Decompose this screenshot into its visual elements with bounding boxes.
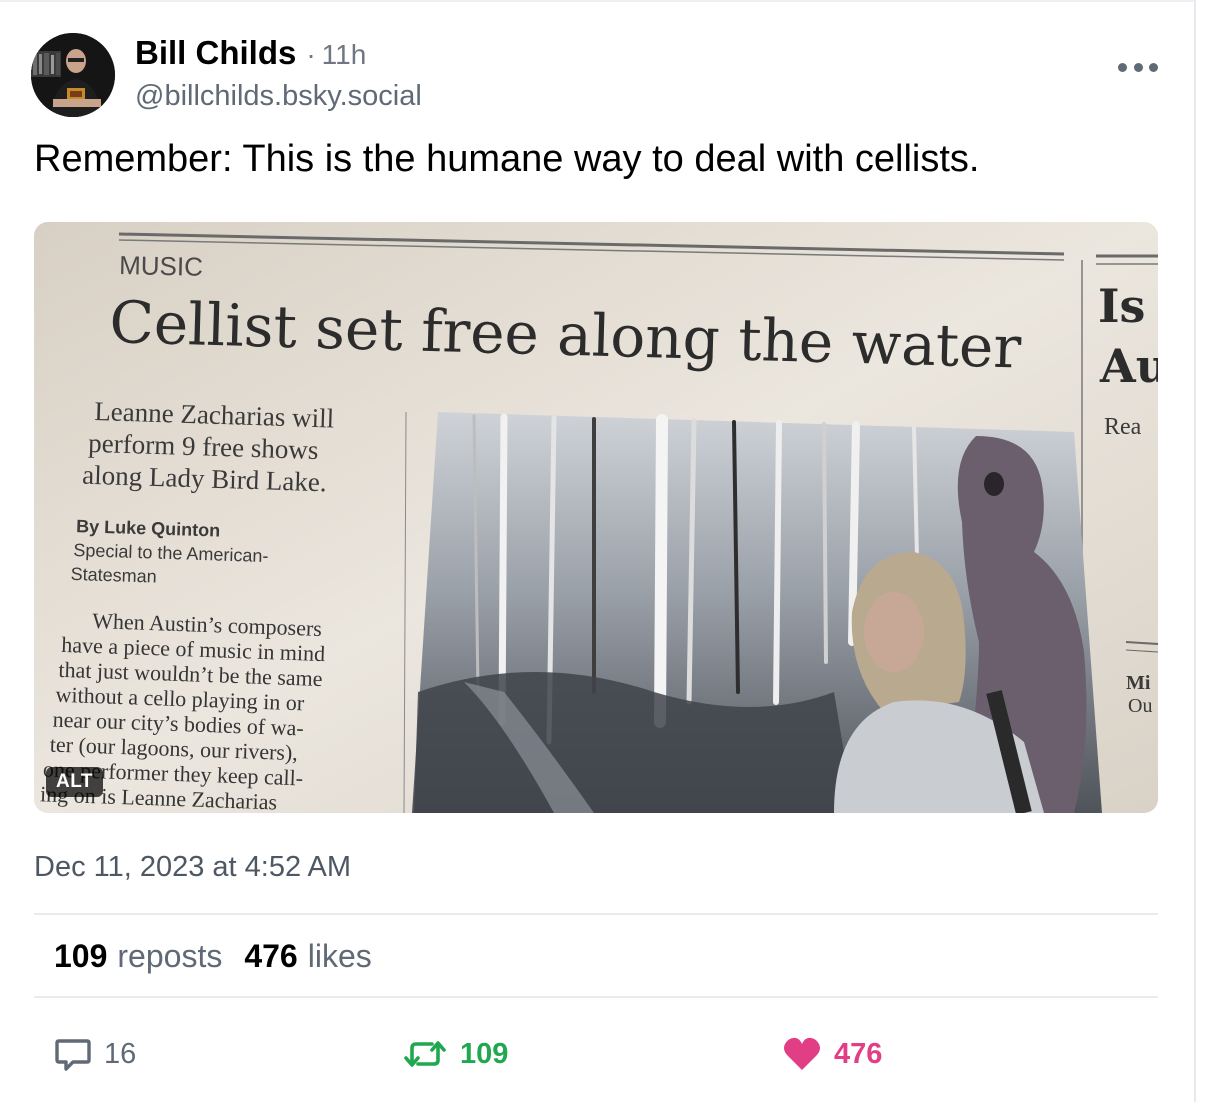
side-text: Rea (1104, 414, 1142, 440)
newspaper-section: MUSIC (119, 250, 203, 282)
side-text: Mi (1126, 672, 1151, 694)
more-dot-icon (1118, 62, 1127, 72)
top-border (0, 0, 1196, 2)
heart-icon (784, 1037, 820, 1070)
author-handle[interactable]: @billchilds.bsky.social (135, 80, 422, 113)
reposts-count[interactable]: 109 (54, 938, 107, 975)
separator-dot: · (306, 39, 316, 70)
like-button[interactable]: 476 (782, 1034, 882, 1074)
reply-count: 16 (104, 1037, 137, 1070)
divider (34, 913, 1158, 915)
more-options-button[interactable] (1118, 58, 1158, 76)
author-avatar[interactable] (31, 33, 115, 117)
post-text: Remember: This is the humane way to deal… (34, 138, 980, 180)
reply-bubble-icon (55, 1039, 91, 1071)
post-image[interactable]: MUSIC Cellist set free along the water L… (34, 222, 1158, 813)
side-text: Ou (1128, 695, 1152, 717)
reply-button[interactable]: 16 (54, 1034, 136, 1074)
more-dot-icon (1133, 62, 1143, 72)
repost-icon (404, 1041, 446, 1067)
like-count: 476 (834, 1037, 883, 1070)
engagement-stats: 109 reposts 476 likes (54, 938, 372, 975)
right-border (1194, 0, 1196, 1102)
post-timestamp: Dec 11, 2023 at 4:52 AM (34, 851, 352, 883)
alt-text-badge[interactable]: ALT (46, 767, 104, 797)
author-name[interactable]: Bill Childs (135, 34, 296, 72)
side-headline: Is (1098, 279, 1145, 333)
more-dot-icon (1149, 62, 1158, 72)
reposts-label[interactable]: reposts (117, 938, 222, 975)
side-headline: Au (1099, 339, 1158, 393)
likes-label[interactable]: likes (308, 938, 372, 975)
repost-count: 109 (460, 1037, 509, 1070)
author-header: Bill Childs · 11h (135, 34, 366, 72)
repost-button[interactable]: 109 (402, 1034, 508, 1074)
post-time-ago[interactable]: 11h (322, 39, 367, 71)
divider (34, 996, 1158, 998)
newspaper-photo: MUSIC Cellist set free along the water L… (34, 222, 1158, 813)
cellist-photo (412, 412, 1102, 813)
avatar-photo (31, 33, 115, 117)
likes-count[interactable]: 476 (244, 938, 297, 975)
credit-line: Statesman (70, 564, 157, 587)
